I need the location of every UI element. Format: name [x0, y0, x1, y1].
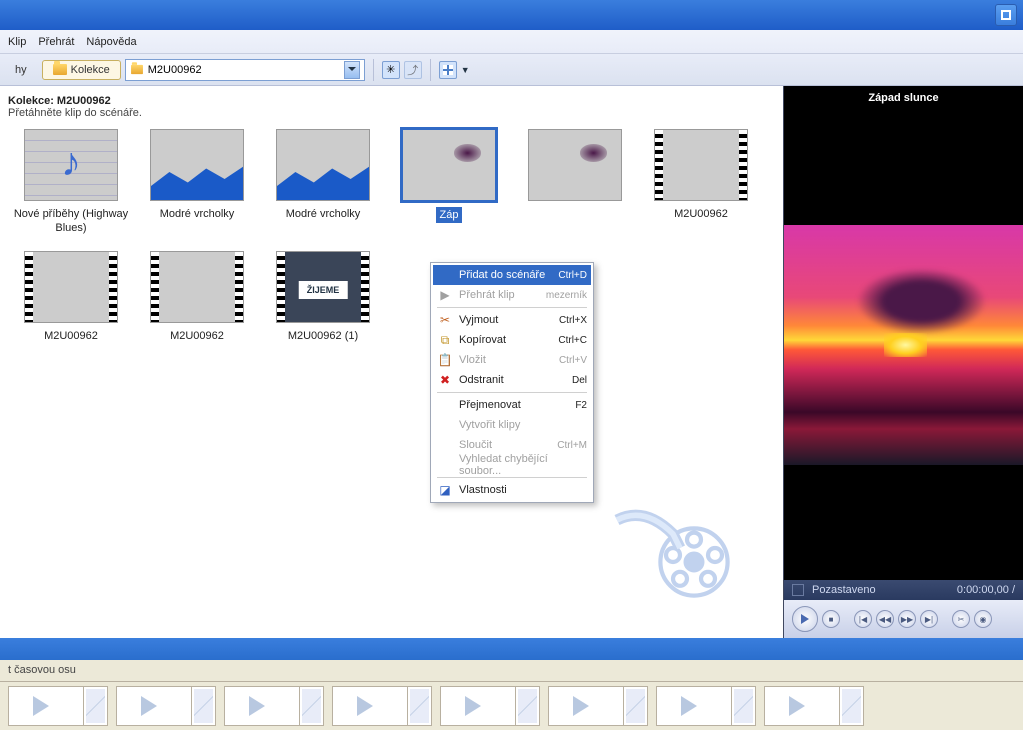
clip-thumbnail[interactable]: M2U00962 [638, 129, 764, 235]
timeline-toggle-label[interactable]: t časovou osu [0, 660, 1023, 682]
storyboard-slot[interactable] [764, 686, 864, 726]
folder-icon [53, 64, 67, 75]
thumbnail-label: M2U00962 (1) [260, 329, 386, 343]
preview-timecode: 0:00:00,00 / [957, 584, 1015, 596]
next-button[interactable]: ▶| [920, 610, 938, 628]
rewind-button[interactable]: ◀◀ [876, 610, 894, 628]
thumbnail-label: Modré vrcholky [260, 207, 386, 221]
pause-status-icon [792, 584, 804, 596]
storyboard-slot[interactable] [440, 686, 540, 726]
film-reel-watermark [603, 478, 743, 618]
chevron-down-icon[interactable] [344, 61, 360, 79]
ctx-create-clips: Vytvořit klipy [433, 415, 591, 435]
copy-icon: ⧉ [437, 333, 453, 348]
preview-controls: ■ |◀ ◀◀ ▶▶ ▶| ✂ ◉ [784, 600, 1023, 638]
clip-thumbnail[interactable]: M2U00962 [134, 251, 260, 343]
folder-icon [131, 65, 143, 74]
separator [430, 59, 431, 81]
ctx-delete[interactable]: ✖ Odstranit Del [433, 370, 591, 390]
separator [373, 59, 374, 81]
clip-thumbnail[interactable]: Nové příběhy (Highway Blues) [8, 129, 134, 235]
collection-pane: Kolekce: M2U00962 Přetáhněte klip do scé… [0, 86, 783, 638]
preview-title: Západ slunce [784, 86, 1023, 110]
storyboard-slot[interactable] [656, 686, 756, 726]
paste-icon: 📋 [437, 353, 453, 367]
storyboard-slot[interactable] [224, 686, 324, 726]
thumbnail-image [276, 251, 370, 323]
storyboard[interactable] [0, 682, 1023, 730]
ctx-copy[interactable]: ⧉ Kopírovat Ctrl+C [433, 330, 591, 350]
menu-prehrat[interactable]: Přehrát [38, 36, 74, 48]
title-bar [0, 0, 1023, 30]
thumbnail-image [24, 251, 118, 323]
preview-display [784, 110, 1023, 580]
ctx-paste: 📋 Vložit Ctrl+V [433, 350, 591, 370]
collection-title: Kolekce: M2U00962 [8, 92, 775, 107]
menu-bar: Klip Přehrát Nápověda [0, 30, 1023, 54]
scissors-icon: ✂ [437, 313, 453, 327]
storyboard-slot[interactable] [548, 686, 648, 726]
ctx-properties[interactable]: ◪ Vlastnosti [433, 480, 591, 500]
menu-klip[interactable]: Klip [8, 36, 26, 48]
play-icon: ▶ [437, 288, 453, 302]
view-thumbnails-button[interactable] [439, 61, 457, 79]
stop-button[interactable]: ■ [822, 610, 840, 628]
split-button[interactable]: ✂ [952, 610, 970, 628]
thumbnail-image [402, 129, 496, 201]
chevron-down-icon[interactable]: ▼ [461, 65, 470, 75]
clip-thumbnail[interactable]: Modré vrcholky [134, 129, 260, 235]
timeline-header-bar [0, 638, 1023, 660]
new-folder-button[interactable]: ✳ [382, 61, 400, 79]
thumbnail-label: Nové příběhy (Highway Blues) [8, 207, 134, 235]
up-folder-button[interactable]: ⤴ [404, 61, 422, 79]
thumbnail-label: Modré vrcholky [134, 207, 260, 221]
snapshot-button[interactable]: ◉ [974, 610, 992, 628]
ctx-rename[interactable]: Přejmenovat F2 [433, 395, 591, 415]
toolbar-kolekce-label: Kolekce [71, 64, 110, 76]
thumbnail-image [150, 129, 244, 201]
ctx-cut[interactable]: ✂ Vyjmout Ctrl+X [433, 310, 591, 330]
storyboard-slot[interactable] [332, 686, 432, 726]
thumbnail-image [276, 129, 370, 201]
clip-thumbnail[interactable]: M2U00962 (1) [260, 251, 386, 343]
preview-status-bar: Pozastaveno 0:00:00,00 / [784, 580, 1023, 600]
toolbar-kolekce-button[interactable]: Kolekce [42, 60, 121, 80]
thumbnail-image [24, 129, 118, 201]
thumbnail-image [528, 129, 622, 201]
clip-thumbnail[interactable] [512, 129, 638, 235]
clip-thumbnail[interactable]: M2U00962 [8, 251, 134, 343]
prev-button[interactable]: |◀ [854, 610, 872, 628]
properties-icon: ◪ [437, 483, 453, 497]
clip-thumbnail[interactable]: Modré vrcholky [260, 129, 386, 235]
thumbnail-image [150, 251, 244, 323]
play-button[interactable] [792, 606, 818, 632]
ctx-add-to-storyboard[interactable]: Přidat do scénáře Ctrl+D [433, 265, 591, 285]
preview-status-text: Pozastaveno [812, 584, 876, 596]
thumbnail-label: Záp [436, 207, 463, 223]
storyboard-slot[interactable] [116, 686, 216, 726]
thumbnail-image [654, 129, 748, 201]
collection-dropdown[interactable]: M2U00962 [125, 59, 365, 81]
maximize-button[interactable] [995, 4, 1017, 26]
ctx-merge: Sloučit Ctrl+M [433, 435, 591, 455]
toolbar-hy-button[interactable]: hy [4, 60, 38, 80]
thumbnail-label: M2U00962 [638, 207, 764, 221]
thumbnail-label: M2U00962 [134, 329, 260, 343]
preview-pane: Západ slunce Pozastaveno 0:00:00,00 / ■ … [783, 86, 1023, 638]
delete-icon: ✖ [437, 373, 453, 387]
forward-button[interactable]: ▶▶ [898, 610, 916, 628]
ctx-find-missing: Vyhledat chybějící soubor... [433, 455, 591, 475]
clip-thumbnail[interactable]: Záp [386, 129, 512, 235]
storyboard-slot[interactable] [8, 686, 108, 726]
menu-napoveda[interactable]: Nápověda [86, 36, 136, 48]
context-menu: Přidat do scénáře Ctrl+D ▶ Přehrát klip … [430, 262, 594, 503]
collection-dropdown-value: M2U00962 [148, 64, 202, 76]
collection-subtitle: Přetáhněte klip do scénáře. [8, 107, 775, 119]
thumbnail-label: M2U00962 [8, 329, 134, 343]
ctx-play-clip: ▶ Přehrát klip mezerník [433, 285, 591, 305]
toolbar: hy Kolekce M2U00962 ✳ ⤴ ▼ [0, 54, 1023, 86]
